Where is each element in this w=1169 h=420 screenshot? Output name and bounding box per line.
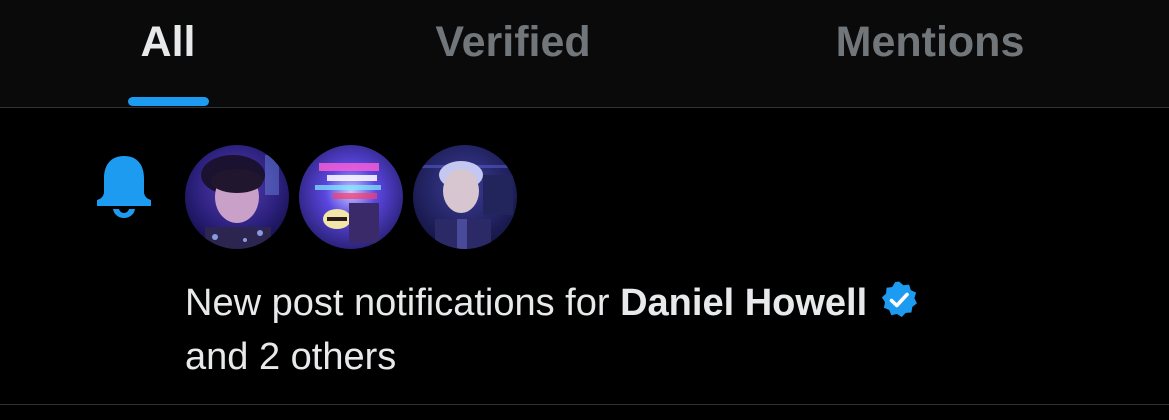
tab-verified[interactable]: Verified: [403, 0, 623, 107]
verified-badge-icon: [882, 281, 918, 317]
tab-mentions-label: Mentions: [835, 18, 1025, 66]
avatar[interactable]: [413, 145, 517, 249]
notifications-tab-bar: All Verified Mentions: [0, 0, 1169, 108]
tab-all-label: All: [140, 18, 196, 66]
active-tab-indicator: [128, 97, 209, 106]
tab-verified-label: Verified: [435, 18, 591, 66]
avatar[interactable]: [185, 145, 289, 249]
notification-text: New post notifications for Daniel Howell…: [185, 276, 1125, 384]
notification-prefix: New post notifications for: [185, 282, 621, 324]
tab-mentions[interactable]: Mentions: [800, 0, 1060, 107]
avatar[interactable]: [299, 145, 403, 249]
divider: [0, 404, 1169, 405]
notification-item[interactable]: New post notifications for Daniel Howell…: [0, 108, 1169, 404]
bell-icon: [97, 156, 151, 218]
tab-all[interactable]: All: [103, 0, 233, 107]
notification-suffix: and 2 others: [185, 336, 397, 378]
notification-user-name[interactable]: Daniel Howell: [620, 282, 867, 324]
